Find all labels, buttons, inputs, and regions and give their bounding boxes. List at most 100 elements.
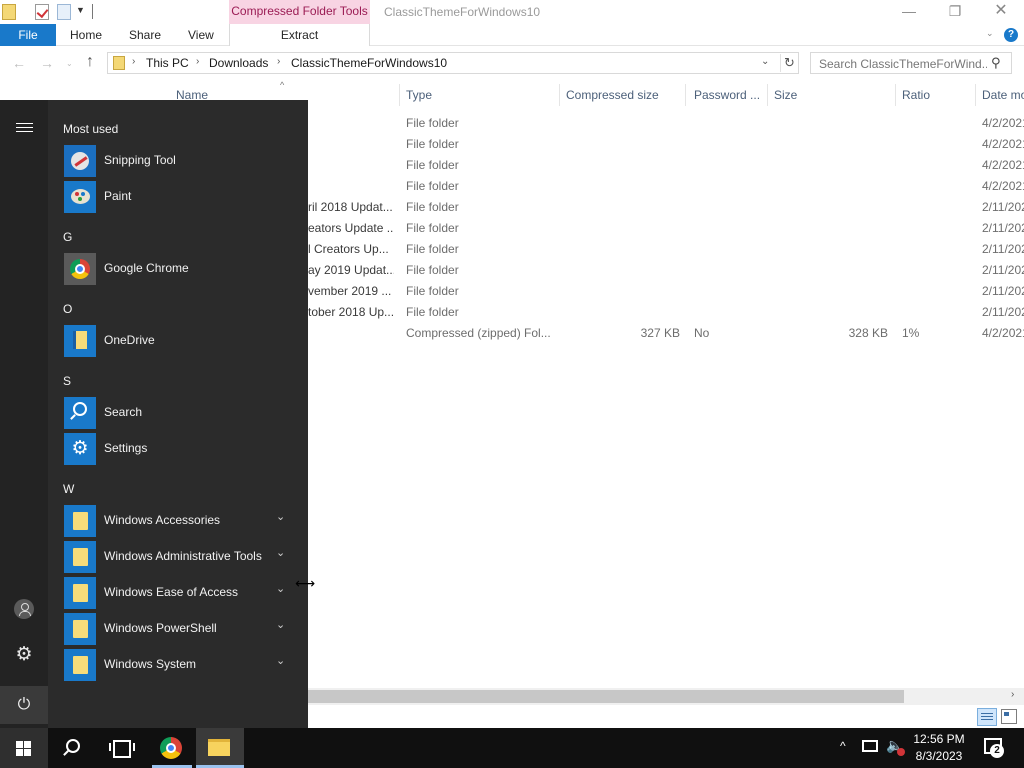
folder-windows-powershell[interactable]: Windows PowerShell ⌄ [63,612,303,646]
file-size [774,302,888,323]
app-search[interactable]: Search [63,396,303,430]
tab-home[interactable]: Home [70,24,102,46]
column-type[interactable]: Type [400,84,560,106]
up-arrow-icon[interactable]: ↑ [86,53,94,71]
chevron-down-icon[interactable]: ⌄ [761,56,769,67]
minimize-button[interactable]: — [886,0,932,24]
user-account-icon[interactable] [14,599,34,619]
folder-windows-ease-of-access[interactable]: Windows Ease of Access ⌄ [63,576,303,610]
search-box[interactable]: ⚲ [810,52,1012,74]
table-row[interactable]: l Creators Up... File folder 2/11/202 [300,239,1024,260]
tab-view[interactable]: View [188,24,214,46]
checkmark-icon[interactable] [35,4,49,20]
taskbar-chrome-button[interactable] [148,728,196,768]
letter-heading-w[interactable]: W [63,482,74,496]
table-row[interactable]: File folder 4/2/2021 [300,113,1024,134]
chevron-down-icon[interactable]: ⌄ [986,28,994,39]
app-paint[interactable]: Paint [63,180,303,214]
app-label: Paint [104,189,132,203]
folder-windows-administrative-tools[interactable]: Windows Administrative Tools ⌄ [63,540,303,574]
file-type: File folder [406,305,459,319]
scrollbar-thumb[interactable] [300,690,904,703]
letter-heading-s[interactable]: S [63,374,71,388]
file-size: 328 KB [848,326,888,340]
table-row[interactable]: ril 2018 Updat... File folder 2/11/202 [300,197,1024,218]
column-compressed-size[interactable]: Compressed size [560,84,686,106]
file-date: 2/11/202 [982,221,1024,235]
letter-heading-o[interactable]: O [63,302,72,316]
chevron-down-icon[interactable]: ⌄ [276,510,285,523]
file-password [694,155,764,176]
clock-time[interactable]: 12:56 PM [905,732,973,746]
letter-heading-g[interactable]: G [63,230,72,244]
table-row[interactable]: File folder 4/2/2021 [300,134,1024,155]
properties-icon[interactable] [2,4,16,20]
app-onedrive[interactable]: OneDrive [63,324,303,358]
chevron-down-icon[interactable]: ⌄ [276,546,285,559]
table-row[interactable]: tober 2018 Up... File folder 2/11/202 [300,302,1024,323]
table-row[interactable]: ay 2019 Updat... File folder 2/11/202 [300,260,1024,281]
taskbar-search-icon[interactable] [48,728,96,768]
table-row[interactable]: eators Update ... File folder 2/11/202 [300,218,1024,239]
column-size[interactable]: Size [768,84,896,106]
table-row[interactable]: Compressed (zipped) Fol... 327 KB No 328… [300,323,1024,344]
clock-date[interactable]: 8/3/2023 [905,749,973,763]
file-ratio: 1% [902,326,920,340]
address-box[interactable]: › This PC › Downloads › ClassicThemeForW… [107,52,799,74]
forward-arrow-icon[interactable]: → [40,55,54,71]
search-icon[interactable]: ⚲ [991,55,1001,71]
show-hidden-icons-icon[interactable]: ^ [840,739,846,753]
app-settings[interactable]: ⚙ Settings [63,432,303,466]
app-google-chrome[interactable]: Google Chrome [63,252,303,286]
scroll-right-icon[interactable]: › [1011,689,1014,700]
help-icon[interactable]: ? [1004,28,1018,42]
settings-gear-icon[interactable]: ⚙ [14,645,34,665]
table-row[interactable]: File folder 4/2/2021 [300,155,1024,176]
breadcrumb-separator[interactable]: › [196,56,199,67]
refresh-icon[interactable]: ↻ [780,54,798,72]
large-icons-view-icon[interactable] [1001,709,1017,724]
new-folder-icon[interactable] [57,4,71,20]
power-icon[interactable]: ⏻ [0,686,48,724]
restore-button[interactable]: ❐ [932,0,978,24]
file-ratio [902,218,972,239]
breadcrumb-separator[interactable]: › [132,56,135,67]
tab-file[interactable]: File [0,24,56,46]
column-date-modified[interactable]: Date mo [976,84,1024,106]
network-icon[interactable] [862,740,878,752]
folder-windows-accessories[interactable]: Windows Accessories ⌄ [63,504,303,538]
table-row[interactable]: vember 2019 ... File folder 2/11/202 [300,281,1024,302]
back-arrow-icon[interactable]: ← [12,55,26,71]
contextual-tab-group: Compressed Folder Tools [229,0,370,24]
file-compressed-size [566,302,680,323]
table-row[interactable]: File folder 4/2/2021 [300,176,1024,197]
search-input[interactable] [819,56,987,71]
app-label: Search [104,405,143,419]
title-bar: ▼ Compressed Folder Tools ClassicThemeFo… [0,0,1024,24]
hamburger-menu-icon[interactable] [16,123,33,124]
breadcrumb-current-folder[interactable]: ClassicThemeForWindows10 [291,56,447,70]
breadcrumb-this-pc[interactable]: This PC [146,56,189,70]
breadcrumb-downloads[interactable]: Downloads [209,56,268,70]
start-button[interactable] [0,728,48,768]
close-button[interactable]: ✕ [978,0,1024,24]
chevron-down-icon[interactable]: ⌄ [276,618,285,631]
tab-extract[interactable]: Extract [229,24,370,46]
task-view-icon[interactable] [96,728,144,768]
column-password[interactable]: Password ... [688,84,768,106]
chevron-down-icon[interactable]: ⌄ [276,582,285,595]
file-size [774,155,888,176]
app-snipping-tool[interactable]: Snipping Tool [63,144,303,178]
quick-access-dropdown-icon[interactable]: ▼ [76,5,85,15]
chevron-down-icon[interactable]: ⌄ [276,654,285,667]
folder-windows-system[interactable]: Windows System ⌄ [63,648,303,682]
breadcrumb-separator[interactable]: › [277,56,280,67]
recent-locations-icon[interactable]: ⌄ [66,59,73,68]
tab-share[interactable]: Share [129,24,161,46]
file-ratio [902,197,972,218]
file-name [308,155,394,176]
folder-icon [64,577,96,609]
column-ratio[interactable]: Ratio [896,84,976,106]
taskbar-file-explorer-button[interactable] [196,728,244,768]
details-view-icon[interactable] [977,708,997,726]
